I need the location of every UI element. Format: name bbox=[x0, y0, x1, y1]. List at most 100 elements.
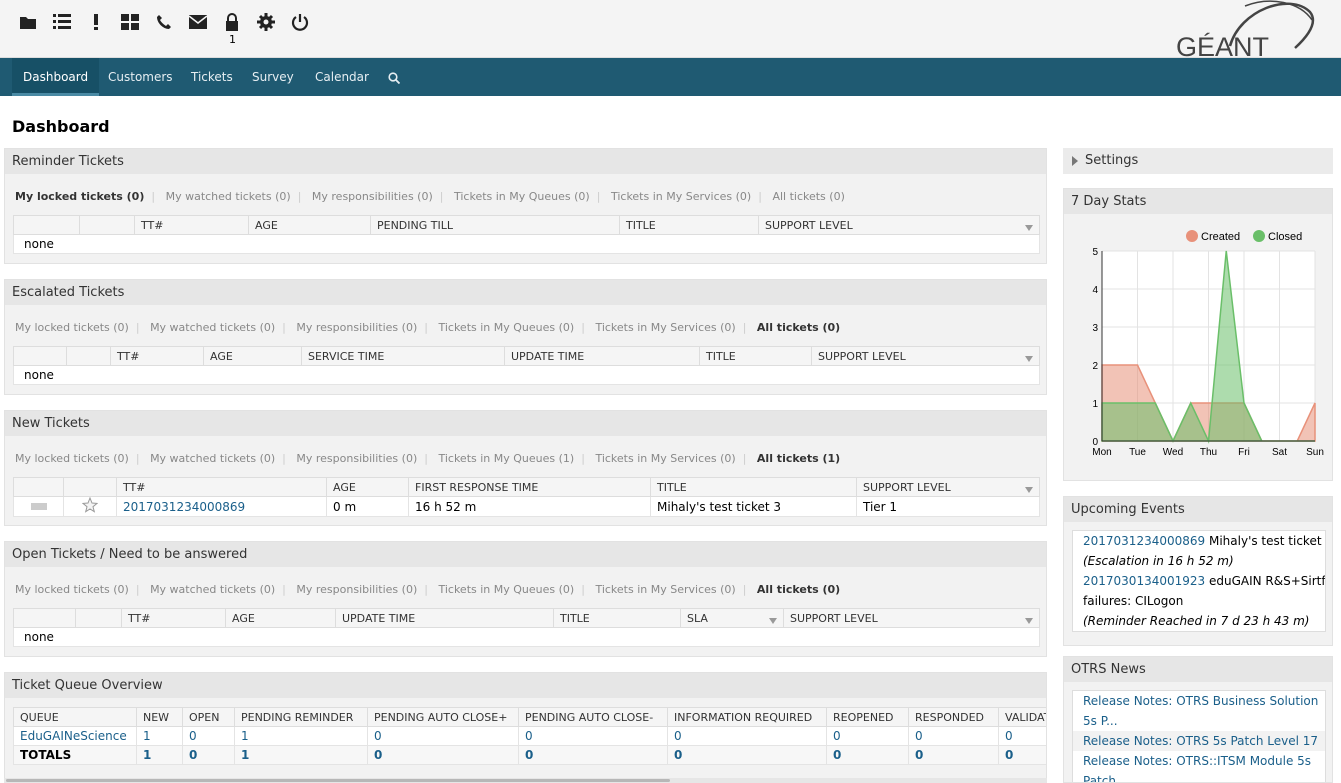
column-header[interactable]: TT# bbox=[110, 346, 204, 366]
column-header[interactable]: SUPPORT LEVEL bbox=[783, 608, 1040, 628]
filter-my-locked[interactable]: My locked tickets (0) bbox=[15, 321, 129, 334]
dashboard-grid-icon[interactable] bbox=[120, 12, 140, 32]
news-link[interactable]: Release Notes: OTRS Business Solution bbox=[1073, 691, 1325, 711]
power-icon[interactable] bbox=[290, 12, 310, 32]
column-header[interactable]: TITLE bbox=[650, 477, 857, 497]
nav-survey[interactable]: Survey bbox=[241, 58, 305, 96]
count-link[interactable]: 0 bbox=[915, 748, 923, 762]
nav-tickets[interactable]: Tickets bbox=[180, 58, 244, 96]
scrollbar-thumb[interactable] bbox=[6, 779, 670, 782]
filter-my-locked[interactable]: My locked tickets (0) bbox=[15, 452, 129, 465]
count-link[interactable]: 0 bbox=[374, 748, 382, 762]
lock-icon[interactable] bbox=[222, 12, 242, 32]
queue-list-icon[interactable] bbox=[52, 12, 72, 32]
widget-title[interactable]: Ticket Queue Overview bbox=[5, 673, 1046, 698]
filter-all-tickets[interactable]: All tickets (0) bbox=[757, 583, 840, 596]
filter-my-watched[interactable]: My watched tickets (0) bbox=[150, 452, 275, 465]
column-header[interactable]: TT# bbox=[134, 215, 249, 235]
column-header[interactable]: SUPPORT LEVEL bbox=[811, 346, 1040, 366]
count-link[interactable]: 0 bbox=[1005, 729, 1013, 743]
settings-toggle[interactable]: Settings bbox=[1063, 148, 1333, 174]
filter-funnel-icon[interactable] bbox=[1025, 486, 1033, 493]
table-row[interactable]: EduGAINeScience 1 0 1 0 0 0 0 0 0 bbox=[13, 726, 1046, 746]
count-link[interactable]: 1 bbox=[241, 729, 249, 743]
news-link[interactable]: 5s P... bbox=[1073, 711, 1325, 731]
filter-my-services[interactable]: Tickets in My Services (0) bbox=[595, 452, 735, 465]
count-link[interactable]: 0 bbox=[915, 729, 923, 743]
horizontal-scrollbar[interactable] bbox=[4, 778, 1047, 783]
nav-search[interactable] bbox=[377, 58, 411, 96]
filter-my-queues[interactable]: Tickets in My Queues (0) bbox=[454, 190, 590, 203]
exclamation-icon[interactable] bbox=[86, 12, 106, 32]
news-link[interactable]: Release Notes: OTRS 5s Patch Level 17 bbox=[1073, 731, 1325, 751]
count-link[interactable]: 0 bbox=[674, 748, 682, 762]
star-icon[interactable] bbox=[63, 496, 117, 517]
queue-link[interactable]: EduGAINeScience bbox=[20, 729, 127, 743]
widget-title[interactable]: Reminder Tickets bbox=[5, 149, 1046, 174]
nav-dashboard[interactable]: Dashboard bbox=[12, 58, 100, 96]
column-header[interactable]: TT# bbox=[121, 608, 226, 628]
filter-funnel-icon[interactable] bbox=[1025, 224, 1033, 231]
filter-funnel-icon[interactable] bbox=[1025, 617, 1033, 624]
column-header[interactable]: TT# bbox=[116, 477, 327, 497]
column-header[interactable]: SUPPORT LEVEL bbox=[758, 215, 1040, 235]
filter-my-queues[interactable]: Tickets in My Queues (0) bbox=[438, 583, 574, 596]
geant-logo[interactable]: GÉANT bbox=[1170, 0, 1320, 62]
ticket-link[interactable]: 2017031234000869 bbox=[123, 500, 245, 514]
filter-my-responsibilities[interactable]: My responsibilities (0) bbox=[296, 321, 417, 334]
filter-my-responsibilities[interactable]: My responsibilities (0) bbox=[312, 190, 433, 203]
filter-my-services[interactable]: Tickets in My Services (0) bbox=[595, 583, 735, 596]
column-header[interactable]: TITLE bbox=[619, 215, 759, 235]
column-header[interactable]: AGE bbox=[203, 346, 302, 366]
news-link[interactable]: Release Notes: OTRS::ITSM Module 5s bbox=[1073, 751, 1325, 771]
column-header[interactable]: PENDING TILL bbox=[370, 215, 620, 235]
filter-my-responsibilities[interactable]: My responsibilities (0) bbox=[296, 452, 417, 465]
filter-my-watched[interactable]: My watched tickets (0) bbox=[150, 583, 275, 596]
column-header[interactable]: SUPPORT LEVEL bbox=[856, 477, 1040, 497]
count-link[interactable]: 0 bbox=[189, 748, 197, 762]
count-link[interactable]: 0 bbox=[525, 729, 533, 743]
filter-my-watched[interactable]: My watched tickets (0) bbox=[166, 190, 291, 203]
filter-my-queues[interactable]: Tickets in My Queues (0) bbox=[438, 321, 574, 334]
widget-title[interactable]: OTRS News bbox=[1064, 657, 1332, 682]
nav-calendar[interactable]: Calendar bbox=[304, 58, 380, 96]
filter-all-tickets[interactable]: All tickets (0) bbox=[757, 321, 840, 334]
column-header[interactable]: AGE bbox=[248, 215, 371, 235]
column-header[interactable]: AGE bbox=[225, 608, 336, 628]
column-header[interactable]: FIRST RESPONSE TIME bbox=[408, 477, 651, 497]
column-header[interactable]: AGE bbox=[326, 477, 409, 497]
widget-title[interactable]: New Tickets bbox=[5, 411, 1046, 436]
row-select-checkbox[interactable] bbox=[13, 496, 64, 517]
filter-all-tickets[interactable]: All tickets (1) bbox=[757, 452, 840, 465]
column-header[interactable]: UPDATE TIME bbox=[504, 346, 700, 366]
count-link[interactable]: 1 bbox=[143, 729, 151, 743]
column-header[interactable]: UPDATE TIME bbox=[335, 608, 554, 628]
table-row[interactable]: 2017031234000869 0 m 16 h 52 m Mihaly's … bbox=[13, 496, 1040, 517]
count-link[interactable]: 0 bbox=[674, 729, 682, 743]
count-link[interactable]: 0 bbox=[833, 748, 841, 762]
filter-all-tickets[interactable]: All tickets (0) bbox=[772, 190, 844, 203]
folder-icon[interactable] bbox=[18, 12, 38, 32]
filter-my-responsibilities[interactable]: My responsibilities (0) bbox=[296, 583, 417, 596]
count-link[interactable]: 0 bbox=[189, 729, 197, 743]
widget-title[interactable]: Open Tickets / Need to be answered bbox=[5, 542, 1046, 567]
count-link[interactable]: 1 bbox=[143, 748, 151, 762]
filter-my-locked[interactable]: My locked tickets (0) bbox=[15, 190, 144, 203]
count-link[interactable]: 1 bbox=[241, 748, 249, 762]
count-link[interactable]: 0 bbox=[1005, 748, 1013, 762]
count-link[interactable]: 0 bbox=[374, 729, 382, 743]
widget-title[interactable]: Upcoming Events bbox=[1064, 497, 1332, 522]
column-header[interactable]: TITLE bbox=[699, 346, 812, 366]
phone-icon[interactable] bbox=[154, 12, 174, 32]
news-link[interactable]: Patch... bbox=[1073, 771, 1325, 782]
column-header[interactable]: SLA bbox=[680, 608, 784, 628]
filter-my-queues[interactable]: Tickets in My Queues (1) bbox=[438, 452, 574, 465]
filter-my-locked[interactable]: My locked tickets (0) bbox=[15, 583, 129, 596]
column-header[interactable]: SERVICE TIME bbox=[301, 346, 505, 366]
count-link[interactable]: 0 bbox=[833, 729, 841, 743]
column-header[interactable]: TITLE bbox=[553, 608, 681, 628]
count-link[interactable]: 0 bbox=[525, 748, 533, 762]
gear-icon[interactable] bbox=[256, 12, 276, 32]
nav-customers[interactable]: Customers bbox=[97, 58, 184, 96]
filter-funnel-icon[interactable] bbox=[1025, 355, 1033, 362]
